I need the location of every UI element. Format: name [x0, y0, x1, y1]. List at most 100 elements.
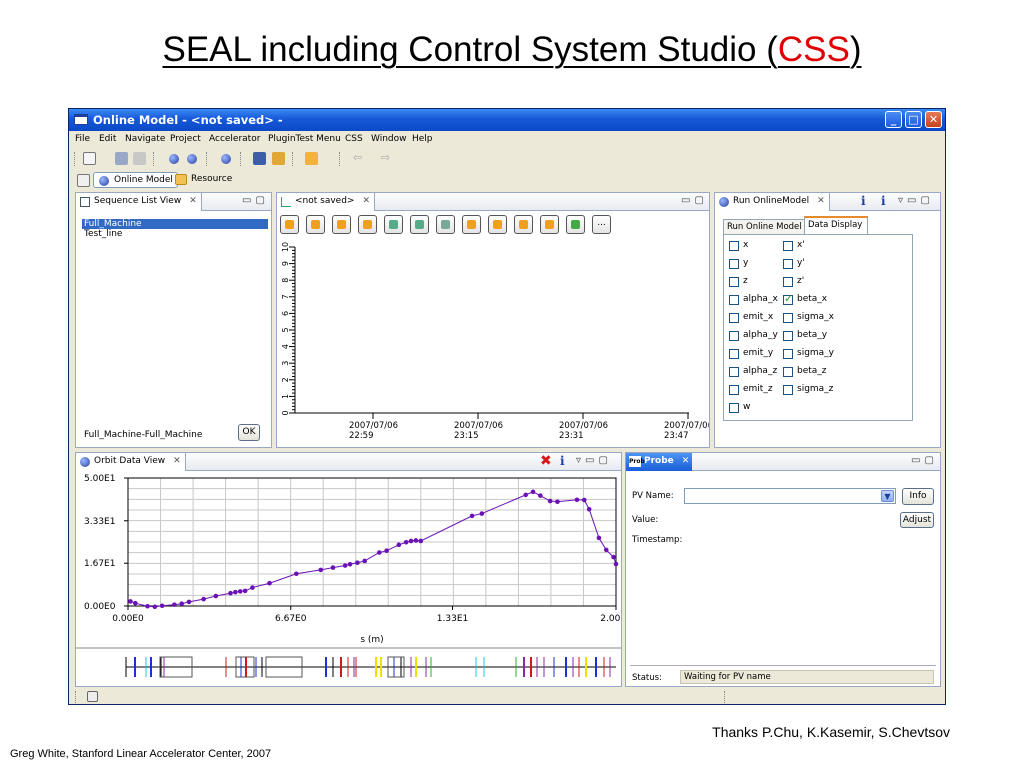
- info-button[interactable]: Info: [902, 488, 934, 505]
- menu-window[interactable]: Window: [371, 134, 407, 144]
- checkbox-alpha_z[interactable]: [729, 367, 739, 377]
- checkbox-z-prime[interactable]: [783, 277, 793, 287]
- tab-sequence-list-view[interactable]: Sequence List View ✕: [76, 193, 202, 211]
- view-menu-icons[interactable]: ▿▭▢: [898, 195, 934, 206]
- close-window-button[interactable]: ✕: [925, 111, 942, 128]
- more-button[interactable]: ...: [592, 215, 611, 234]
- menu-project[interactable]: Project: [170, 134, 201, 144]
- menu-edit[interactable]: Edit: [99, 134, 116, 144]
- info-icon[interactable]: i: [560, 454, 565, 468]
- back-icon[interactable]: [566, 215, 585, 234]
- print-icon[interactable]: [133, 152, 146, 165]
- scroll-down-icon[interactable]: [306, 215, 325, 234]
- tools-icon[interactable]: [272, 152, 285, 165]
- checkbox-alpha_y[interactable]: [729, 331, 739, 341]
- tab-data-display[interactable]: Data Display: [804, 216, 868, 235]
- zoom-out-y-icon[interactable]: [358, 215, 377, 234]
- save-icon[interactable]: [115, 152, 128, 165]
- info-icon[interactable]: i: [881, 194, 886, 208]
- timestamp-label: Timestamp:: [632, 535, 683, 545]
- menu-help[interactable]: Help: [412, 134, 433, 144]
- perspective-resource[interactable]: Resource: [171, 172, 236, 188]
- chevron-down-icon[interactable]: ▼: [881, 490, 894, 502]
- time-plot[interactable]: 012345678910 2007/07/0622:592007/07/0623…: [277, 239, 709, 447]
- tab-probe[interactable]: Prob Probe ✕: [626, 453, 692, 471]
- zoom-in-x-icon[interactable]: [514, 215, 533, 234]
- monitor-icon[interactable]: [253, 152, 266, 165]
- close-tab-icon[interactable]: ✕: [362, 196, 370, 206]
- checkbox-label: y': [797, 258, 805, 268]
- data-point: [133, 600, 138, 606]
- orbit-chart[interactable]: 0.00E0 1.67E1 3.33E1 5.00E1 0.00E0 6.67E0 1.3…: [76, 471, 621, 686]
- model-icon[interactable]: [221, 154, 231, 164]
- adjust-button[interactable]: Adjust: [900, 512, 934, 528]
- data-point: [355, 560, 360, 566]
- menu-navigate[interactable]: Navigate: [125, 134, 165, 144]
- minimize-maximize-icons[interactable]: ▭▢: [681, 195, 708, 206]
- minimize-button[interactable]: _: [885, 111, 902, 128]
- window-titlebar[interactable]: Online Model - <not saved> - _ □ ✕: [69, 109, 945, 131]
- checkbox-x[interactable]: [729, 241, 739, 251]
- checkbox-sigma_z[interactable]: [783, 385, 793, 395]
- view-menu-icons[interactable]: ▿▭▢: [576, 455, 612, 466]
- slide-title: SEAL including Control System Studio (CS…: [162, 30, 862, 69]
- fast-view-icon[interactable]: [87, 691, 98, 702]
- checkbox-z[interactable]: [729, 277, 739, 287]
- menu-accelerator[interactable]: Accelerator: [209, 134, 260, 144]
- checkbox-beta_y[interactable]: [783, 331, 793, 341]
- scroll-left-icon[interactable]: [462, 215, 481, 234]
- tab-plot-view[interactable]: <not saved> ✕: [277, 193, 376, 211]
- window-status-bar: [69, 689, 945, 704]
- checkbox-x-prime[interactable]: [783, 241, 793, 251]
- tab-run-online-model-sub[interactable]: Run Online Model: [723, 219, 805, 235]
- menu-file[interactable]: File: [75, 134, 90, 144]
- checkbox-y-prime[interactable]: [783, 259, 793, 269]
- open-perspective-icon[interactable]: [77, 174, 90, 187]
- menu-plugintest[interactable]: PluginTest Menu: [268, 134, 341, 144]
- minimize-maximize-icons[interactable]: ▭▢: [911, 455, 938, 466]
- checkbox-beta_x[interactable]: [783, 292, 793, 305]
- checkbox-emit_z[interactable]: [729, 385, 739, 395]
- scroll-up-icon[interactable]: [280, 215, 299, 234]
- checkbox-emit_y[interactable]: [729, 349, 739, 359]
- perspective-online-model[interactable]: Online Model: [93, 172, 178, 188]
- maximize-button[interactable]: □: [905, 111, 922, 128]
- checkbox-beta_z[interactable]: [783, 367, 793, 377]
- scroll-right-icon[interactable]: [488, 215, 507, 234]
- tab-orbit-data-view[interactable]: Orbit Data View ✕: [76, 453, 186, 471]
- checkbox-w[interactable]: [729, 403, 739, 413]
- close-tab-icon[interactable]: ✕: [173, 456, 181, 466]
- autoscale-icon[interactable]: [410, 215, 429, 234]
- list-item[interactable]: Full_Machine: [82, 219, 268, 229]
- checkbox-label: x: [743, 240, 749, 250]
- menu-css[interactable]: CSS: [345, 134, 363, 144]
- checkbox-sigma_y[interactable]: [783, 349, 793, 359]
- checkbox-emit_x[interactable]: [729, 313, 739, 323]
- pv-name-input[interactable]: [684, 488, 896, 504]
- checkbox-alpha_x[interactable]: [729, 295, 739, 305]
- config-icon[interactable]: [436, 215, 455, 234]
- list-item[interactable]: Test_line: [84, 229, 122, 239]
- ok-button[interactable]: OK: [238, 424, 260, 441]
- checkbox-sigma_x[interactable]: [783, 313, 793, 323]
- status-value: Waiting for PV name: [680, 670, 934, 684]
- status-separator: [724, 691, 725, 704]
- minimize-maximize-icons[interactable]: ▭▢: [242, 195, 269, 206]
- close-tab-icon[interactable]: ✕: [817, 196, 825, 206]
- close-tab-icon[interactable]: ✕: [189, 196, 197, 206]
- close-tab-icon[interactable]: ✕: [682, 456, 690, 466]
- run-model-icon[interactable]: [169, 154, 179, 164]
- forward-arrow-icon[interactable]: ⇨: [381, 152, 394, 165]
- zoom-in-y-icon[interactable]: [332, 215, 351, 234]
- tab-run-online-model[interactable]: Run OnlineModel ✕: [715, 193, 830, 211]
- zoom-out-x-icon[interactable]: [540, 215, 559, 234]
- clear-icon[interactable]: ✖: [540, 453, 552, 469]
- folder-icon[interactable]: [305, 152, 318, 165]
- checkbox-y[interactable]: [729, 259, 739, 269]
- new-icon[interactable]: [83, 152, 96, 165]
- run-model-icon[interactable]: [187, 154, 197, 164]
- stagger-icon[interactable]: [384, 215, 403, 234]
- back-arrow-icon[interactable]: ⇦: [353, 152, 366, 165]
- info-icon[interactable]: i: [861, 194, 866, 208]
- status-label: Status:: [632, 673, 662, 683]
